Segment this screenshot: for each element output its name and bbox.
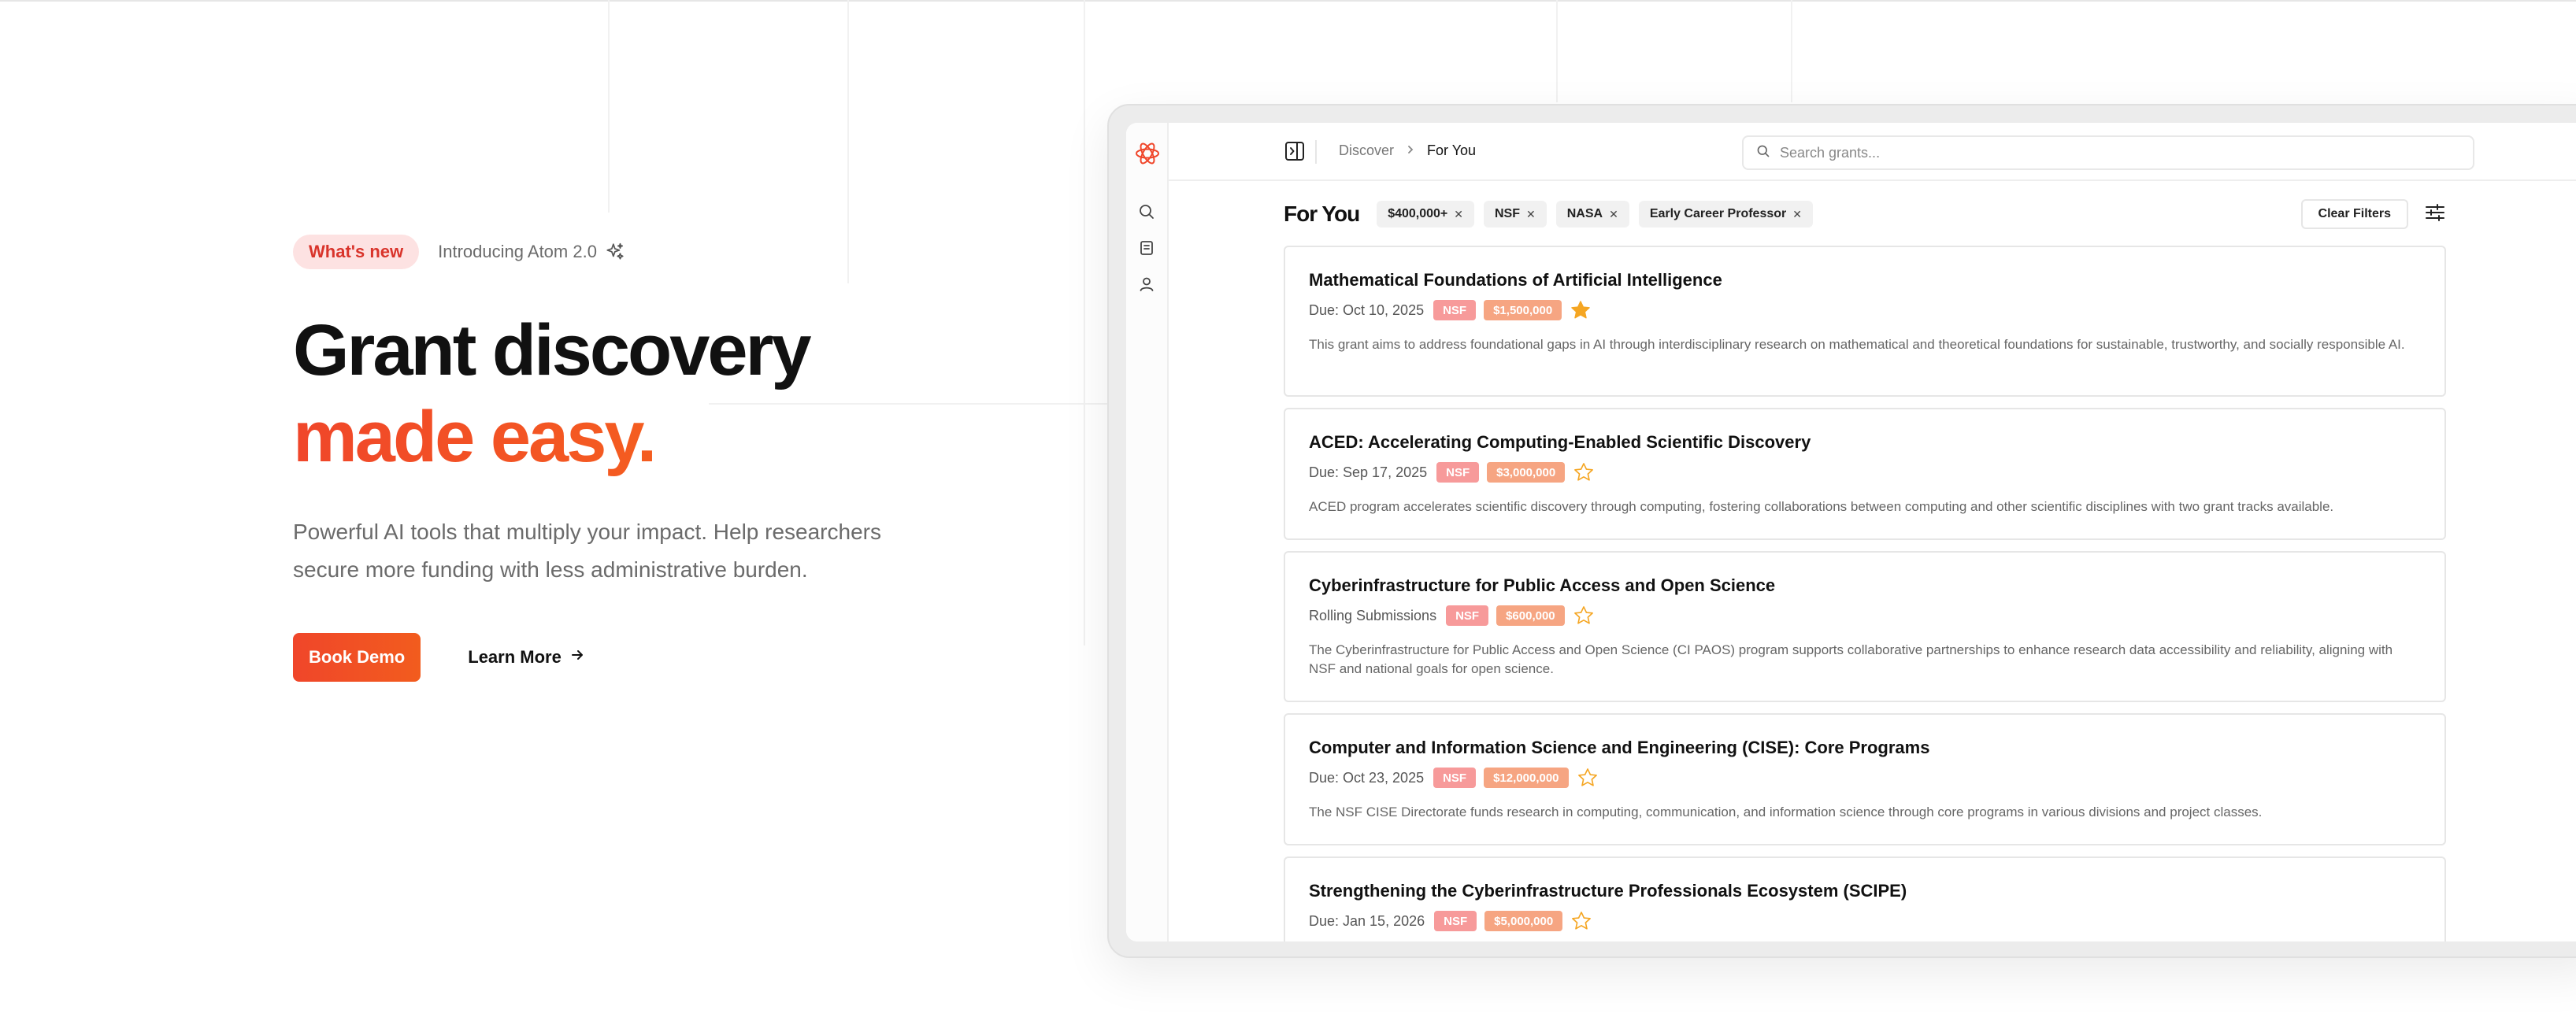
star-outline-icon[interactable]: [1573, 605, 1595, 627]
grant-due-date: Due: Oct 23, 2025: [1309, 769, 1425, 786]
star-outline-icon[interactable]: [1577, 767, 1599, 789]
grid-line: [608, 0, 610, 213]
hero-section: What's new Introducing Atom 2.0 Grant di…: [293, 235, 1002, 682]
grant-meta: Due: Jan 15, 2026 NSF $5,000,000: [1309, 910, 2421, 932]
app-preview-frame: Discover For You For You: [1107, 104, 2576, 958]
grant-due-date: Due: Sep 17, 2025: [1309, 464, 1428, 480]
headline-line-2: made easy.: [293, 394, 1002, 480]
filter-chip-label: Early Career Professor: [1649, 207, 1787, 220]
top-border: [0, 0, 2576, 2]
agency-tag: NSF: [1433, 768, 1477, 788]
agency-tag: NSF: [1436, 462, 1480, 483]
document-icon[interactable]: [1138, 239, 1155, 261]
landing-page: What's new Introducing Atom 2.0 Grant di…: [0, 0, 2576, 1021]
search-icon[interactable]: [1138, 203, 1155, 224]
panel-toggle-icon[interactable]: [1284, 140, 1306, 166]
chevron-right-icon: [1405, 142, 1416, 159]
grant-meta: Due: Oct 23, 2025 NSF $12,000,000: [1309, 767, 2421, 789]
arrow-right-icon: [569, 647, 585, 668]
clear-filters-button[interactable]: Clear Filters: [2300, 199, 2408, 229]
breadcrumb-for-you: For You: [1427, 142, 1477, 158]
filter-actions: Clear Filters: [2300, 199, 2446, 229]
filter-chip-career[interactable]: Early Career Professor ✕: [1638, 201, 1813, 228]
breadcrumb: Discover For You: [1339, 142, 1476, 159]
filter-row: For You $400,000+ ✕ NSF ✕ NASA ✕ Early C…: [1284, 198, 2446, 230]
agency-tag: NSF: [1433, 300, 1477, 320]
grant-title[interactable]: Cyberinfrastructure for Public Access an…: [1309, 575, 2421, 597]
grant-description: The Cyberinfrastructure for Public Acces…: [1309, 642, 2393, 676]
section-title: For You: [1284, 202, 1360, 226]
grant-description: The NSF CISE Directorate funds research …: [1309, 805, 2263, 819]
grid-line: [1084, 0, 1085, 646]
close-icon[interactable]: ✕: [1609, 208, 1618, 221]
announcement-link[interactable]: Introducing Atom 2.0: [438, 242, 625, 262]
star-outline-icon[interactable]: [1570, 910, 1592, 932]
close-icon[interactable]: ✕: [1526, 208, 1536, 221]
amount-tag: $600,000: [1496, 605, 1565, 626]
amount-tag: $12,000,000: [1484, 768, 1569, 788]
filter-chip-nasa[interactable]: NASA ✕: [1555, 201, 1629, 228]
grid-line: [1791, 0, 1792, 102]
filter-chip-label: $400,000+: [1388, 207, 1448, 220]
grant-due-date: Due: Oct 10, 2025: [1309, 301, 1425, 318]
announcement-bar[interactable]: What's new Introducing Atom 2.0: [293, 235, 1002, 269]
sparkle-icon: [605, 242, 625, 262]
grant-search[interactable]: [1742, 135, 2474, 170]
agency-tag: NSF: [1446, 605, 1489, 626]
atom-logo-icon[interactable]: [1134, 140, 1161, 171]
grant-title[interactable]: ACED: Accelerating Computing-Enabled Sci…: [1309, 431, 2421, 453]
breadcrumb-discover[interactable]: Discover: [1339, 142, 1394, 159]
grant-card[interactable]: ACED: Accelerating Computing-Enabled Sci…: [1284, 408, 2446, 540]
whats-new-badge[interactable]: What's new: [293, 235, 420, 269]
announcement-text: Introducing Atom 2.0: [438, 242, 597, 261]
grant-card[interactable]: Strengthening the Cyberinfrastructure Pr…: [1284, 856, 2446, 941]
user-icon[interactable]: [1138, 276, 1155, 297]
headline-line-1: Grant discovery: [293, 310, 812, 390]
star-filled-icon[interactable]: [1570, 299, 1592, 321]
filter-chip-nsf[interactable]: NSF ✕: [1484, 201, 1547, 228]
amount-tag: $1,500,000: [1484, 300, 1562, 320]
grant-meta: Due: Oct 10, 2025 NSF $1,500,000: [1309, 299, 2421, 321]
grant-card[interactable]: Computer and Information Science and Eng…: [1284, 713, 2446, 845]
search-input[interactable]: [1780, 144, 2460, 161]
app-window: Discover For You For You: [1126, 123, 2576, 941]
grid-line: [1556, 0, 1558, 102]
grant-meta: Due: Sep 17, 2025 NSF $3,000,000: [1309, 461, 2421, 483]
learn-more-label: Learn More: [468, 647, 562, 667]
grant-due-date: Due: Jan 15, 2026: [1309, 912, 1425, 929]
book-demo-button[interactable]: Book Demo: [293, 633, 421, 682]
topbar-divider: [1315, 140, 1317, 164]
app-topbar: Discover For You: [1169, 123, 2576, 181]
grant-list: Mathematical Foundations of Artificial I…: [1284, 246, 2446, 941]
side-rail: [1126, 123, 1169, 941]
amount-tag: $5,000,000: [1484, 911, 1563, 931]
grant-description: This grant aims to address foundational …: [1309, 337, 2405, 352]
grant-meta: Rolling Submissions NSF $600,000: [1309, 605, 2421, 627]
filter-chip-amount[interactable]: $400,000+ ✕: [1377, 201, 1474, 228]
grant-title[interactable]: Mathematical Foundations of Artificial I…: [1309, 269, 2421, 291]
grant-title[interactable]: Strengthening the Cyberinfrastructure Pr…: [1309, 880, 2421, 902]
hero-subtitle: Powerful AI tools that multiply your imp…: [293, 520, 881, 582]
grant-card[interactable]: Mathematical Foundations of Artificial I…: [1284, 246, 2446, 397]
amount-tag: $3,000,000: [1487, 462, 1566, 483]
cta-row: Book Demo Learn More: [293, 633, 1002, 682]
close-icon[interactable]: ✕: [1792, 208, 1802, 221]
grant-due-date: Rolling Submissions: [1309, 607, 1437, 623]
hero-headline: Grant discovery made easy.: [293, 307, 1002, 480]
filter-chip-label: NSF: [1495, 207, 1520, 220]
filter-chip-label: NASA: [1566, 207, 1603, 220]
search-icon: [1756, 144, 1770, 162]
learn-more-link[interactable]: Learn More: [468, 647, 585, 668]
sliders-icon[interactable]: [2424, 202, 2446, 228]
agency-tag: NSF: [1434, 911, 1477, 931]
grant-card[interactable]: Cyberinfrastructure for Public Access an…: [1284, 551, 2446, 702]
star-outline-icon[interactable]: [1573, 461, 1595, 483]
grant-title[interactable]: Computer and Information Science and Eng…: [1309, 737, 2421, 759]
grant-description: ACED program accelerates scientific disc…: [1309, 499, 2334, 514]
close-icon[interactable]: ✕: [1454, 208, 1463, 221]
